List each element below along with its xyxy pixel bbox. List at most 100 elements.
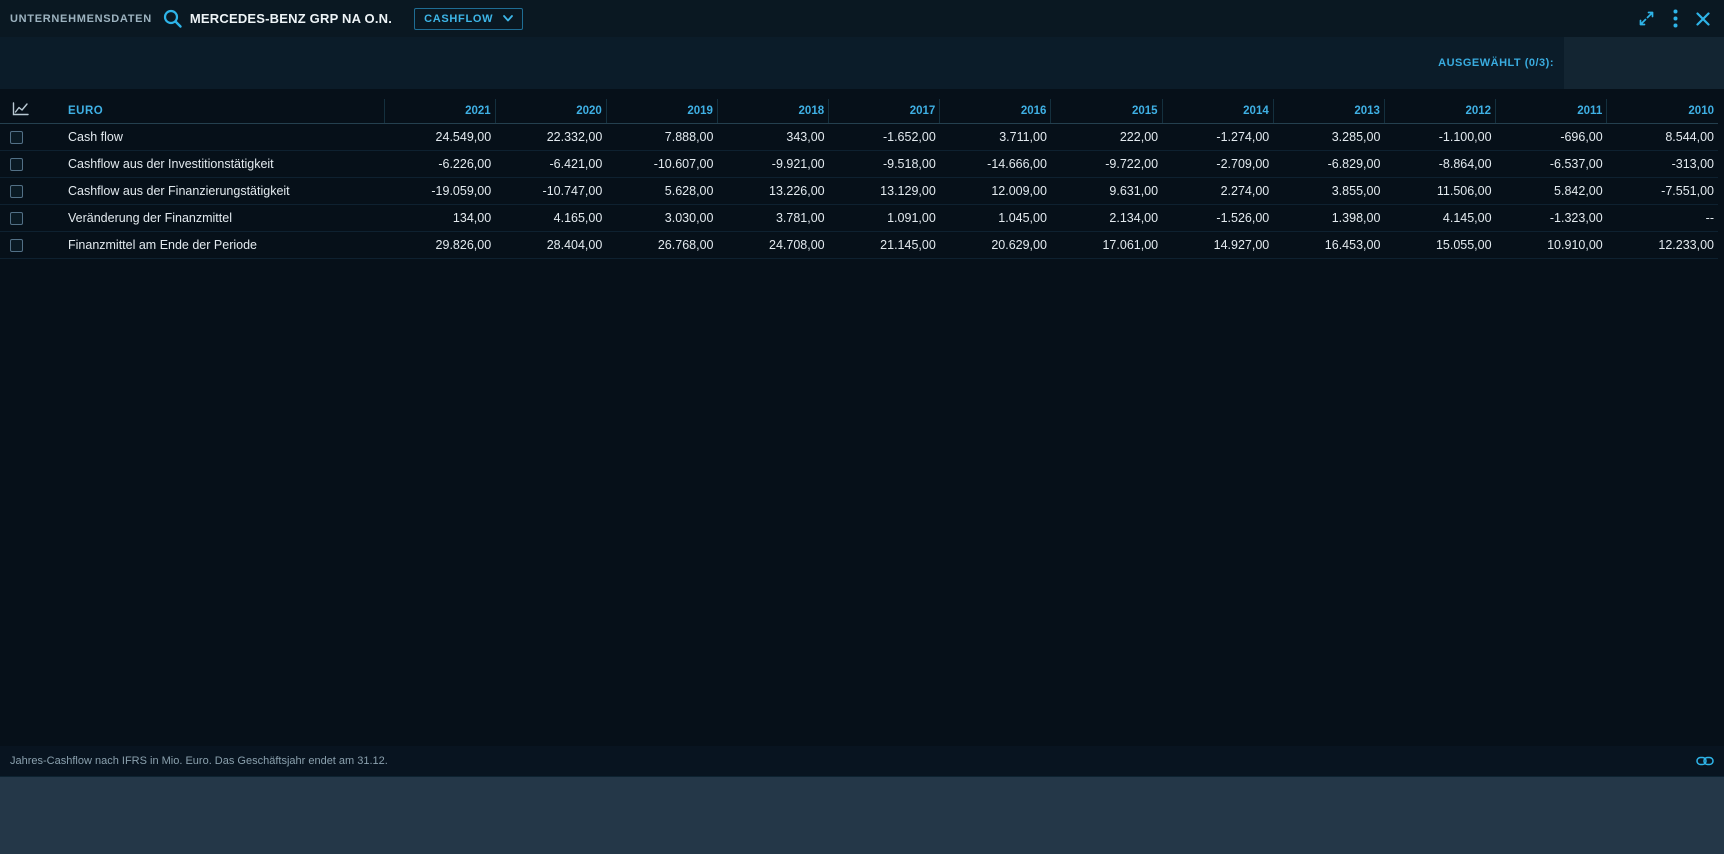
table-row: Veränderung der Finanzmittel134,004.165,… [0, 204, 1718, 231]
row-checkbox-cell [0, 123, 52, 150]
close-icon-glyph [1696, 12, 1710, 26]
expand-icon-glyph [1638, 10, 1655, 27]
year-header-2013: 2013 [1273, 99, 1384, 123]
cell-value: 4.165,00 [495, 204, 606, 231]
cell-value: 13.129,00 [829, 177, 940, 204]
row-checkbox-cell [0, 150, 52, 177]
row-checkbox[interactable] [10, 185, 23, 198]
cell-value: 15.055,00 [1384, 231, 1495, 258]
cell-value: -696,00 [1496, 123, 1607, 150]
cell-value: 2.274,00 [1162, 177, 1273, 204]
row-checkbox-cell [0, 231, 52, 258]
below-window-area [0, 777, 1724, 854]
year-header-2012: 2012 [1384, 99, 1495, 123]
selection-band: AUSGEWÄHLT (0/3): [0, 37, 1724, 89]
cashflow-table: EURO 20212020201920182017201620152014201… [0, 99, 1718, 259]
row-checkbox[interactable] [10, 131, 23, 144]
footer-bar: Jahres-Cashflow nach IFRS in Mio. Euro. … [0, 746, 1724, 776]
search-icon-glyph [162, 8, 183, 29]
view-select-dropdown[interactable]: CASHFLOW [414, 8, 523, 30]
cell-value: -10.607,00 [606, 150, 717, 177]
search-icon[interactable] [162, 8, 183, 29]
topbar-right [1638, 9, 1710, 28]
cell-value: 1.398,00 [1273, 204, 1384, 231]
cell-value: 26.768,00 [606, 231, 717, 258]
year-header-2015: 2015 [1051, 99, 1162, 123]
cell-value: -1.274,00 [1162, 123, 1273, 150]
cell-value: 24.549,00 [384, 123, 495, 150]
cell-value: 1.091,00 [829, 204, 940, 231]
year-header-2020: 2020 [495, 99, 606, 123]
table-row: Cashflow aus der Finanzierungstätigkeit-… [0, 177, 1718, 204]
year-header-2011: 2011 [1496, 99, 1607, 123]
close-icon[interactable] [1696, 12, 1710, 26]
cell-value: -313,00 [1607, 150, 1718, 177]
footnote-text: Jahres-Cashflow nach IFRS in Mio. Euro. … [10, 755, 388, 767]
row-checkbox[interactable] [10, 239, 23, 252]
selection-drop-area [1564, 37, 1724, 89]
selected-count-label: AUSGEWÄHLT (0/3): [1438, 57, 1554, 69]
cell-value: 13.226,00 [717, 177, 828, 204]
cell-value: 10.910,00 [1496, 231, 1607, 258]
expand-icon[interactable] [1638, 10, 1655, 27]
year-header-2010: 2010 [1607, 99, 1718, 123]
instrument-name: MERCEDES-BENZ GRP NA O.N. [190, 11, 392, 26]
year-header-2021: 2021 [384, 99, 495, 123]
cell-value: -- [1607, 204, 1718, 231]
cell-value: -7.551,00 [1607, 177, 1718, 204]
cell-value: 9.631,00 [1051, 177, 1162, 204]
app-window: UNTERNEHMENSDATEN MERCEDES-BENZ GRP NA O… [0, 0, 1724, 777]
row-checkbox[interactable] [10, 212, 23, 225]
cashflow-table-area: EURO 20212020201920182017201620152014201… [0, 89, 1724, 746]
year-header-2016: 2016 [940, 99, 1051, 123]
currency-column-header: EURO [52, 99, 384, 123]
cell-value: 21.145,00 [829, 231, 940, 258]
row-label: Finanzmittel am Ende der Periode [52, 231, 384, 258]
cell-value: 3.711,00 [940, 123, 1051, 150]
cell-value: 29.826,00 [384, 231, 495, 258]
line-chart-icon [12, 102, 29, 116]
cell-value: 4.145,00 [1384, 204, 1495, 231]
cell-value: 8.544,00 [1607, 123, 1718, 150]
cell-value: 16.453,00 [1273, 231, 1384, 258]
cell-value: 24.708,00 [717, 231, 828, 258]
cell-value: 5.628,00 [606, 177, 717, 204]
row-checkbox[interactable] [10, 158, 23, 171]
cell-value: 22.332,00 [495, 123, 606, 150]
cell-value: 343,00 [717, 123, 828, 150]
topbar: UNTERNEHMENSDATEN MERCEDES-BENZ GRP NA O… [0, 0, 1724, 37]
cell-value: -19.059,00 [384, 177, 495, 204]
cell-value: -8.864,00 [1384, 150, 1495, 177]
cell-value: 12.233,00 [1607, 231, 1718, 258]
cell-value: 20.629,00 [940, 231, 1051, 258]
chart-column-header [0, 99, 52, 123]
cell-value: -1.652,00 [829, 123, 940, 150]
row-checkbox-cell [0, 177, 52, 204]
cell-value: 3.855,00 [1273, 177, 1384, 204]
cell-value: 3.781,00 [717, 204, 828, 231]
more-options-icon[interactable] [1673, 9, 1678, 28]
cell-value: -9.518,00 [829, 150, 940, 177]
cell-value: 3.285,00 [1273, 123, 1384, 150]
cell-value: -6.829,00 [1273, 150, 1384, 177]
year-header-2017: 2017 [829, 99, 940, 123]
chevron-down-icon [503, 15, 513, 22]
cell-value: -1.323,00 [1496, 204, 1607, 231]
link-icon[interactable] [1696, 756, 1714, 766]
cell-value: 11.506,00 [1384, 177, 1495, 204]
year-header-2019: 2019 [606, 99, 717, 123]
cell-value: 3.030,00 [606, 204, 717, 231]
view-select-label: CASHFLOW [424, 13, 493, 25]
year-header-2014: 2014 [1162, 99, 1273, 123]
cell-value: -9.722,00 [1051, 150, 1162, 177]
table-row: Finanzmittel am Ende der Periode29.826,0… [0, 231, 1718, 258]
cell-value: 7.888,00 [606, 123, 717, 150]
cell-value: 1.045,00 [940, 204, 1051, 231]
kebab-icon-glyph [1673, 9, 1678, 28]
cell-value: -14.666,00 [940, 150, 1051, 177]
table-header-row: EURO 20212020201920182017201620152014201… [0, 99, 1718, 123]
table-row: Cashflow aus der Investitionstätigkeit -6… [0, 150, 1718, 177]
row-label: Cashflow aus der Investitionstätigkeit [52, 150, 384, 177]
cell-value: -2.709,00 [1162, 150, 1273, 177]
cell-value: -9.921,00 [717, 150, 828, 177]
